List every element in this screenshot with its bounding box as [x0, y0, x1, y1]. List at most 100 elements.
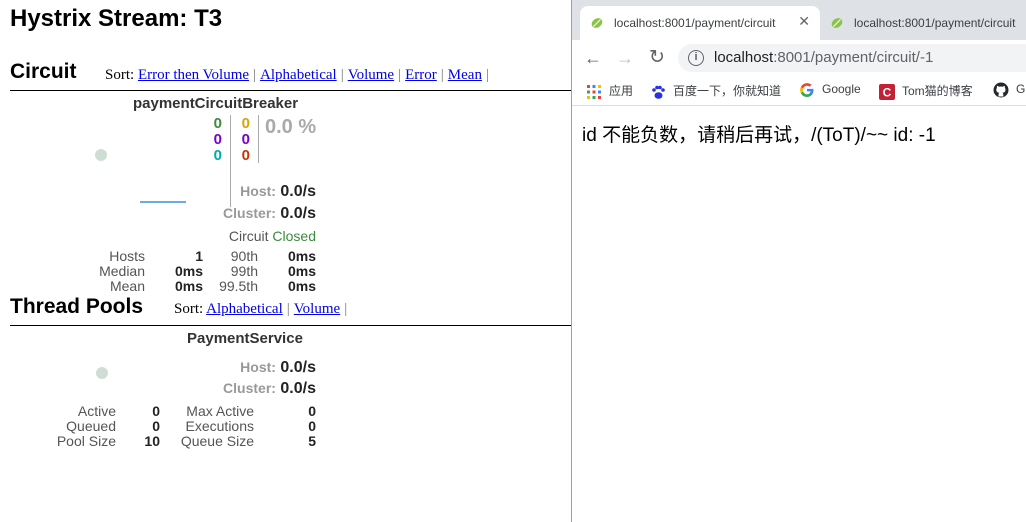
tp-sort-volume-link[interactable]: Volume	[294, 301, 340, 317]
p90-label: 90th	[230, 248, 258, 264]
thread-pool-host-rate: Host: 0.0/s	[240, 359, 316, 377]
circuit-counters-right: 0 0 0	[236, 116, 250, 164]
thread-pools-section-title: Thread Pools	[10, 295, 144, 318]
active-value: 0	[152, 403, 160, 419]
bookmark-apps[interactable]: 应用	[586, 82, 633, 100]
circuit-cluster-rate: Cluster: 0.0/s	[223, 205, 316, 223]
p995-label: 99.5th	[219, 278, 258, 294]
thread-pool-cluster-rate: Cluster: 0.0/s	[223, 380, 316, 398]
p995-value: 0ms	[287, 278, 316, 294]
sort-mean-link[interactable]: Mean	[448, 67, 482, 83]
mean-label: Mean	[109, 278, 145, 294]
tab-active[interactable]: localhost:8001/payment/circuit ✕	[580, 6, 820, 40]
tab-label: localhost:8001/payment/circuit	[854, 16, 1016, 30]
circuit-health-dot	[95, 149, 107, 161]
pool-size-value: 10	[144, 433, 160, 449]
error-percentage: 0.0 %	[265, 116, 317, 138]
bookmark-google[interactable]: Google	[799, 82, 861, 98]
queue-size-label: Queue Size	[180, 433, 254, 449]
pool-size-label: Pool Size	[56, 433, 116, 449]
cluster-label: Cluster:	[223, 380, 276, 396]
url-path: :8001/payment/circuit/-1	[773, 49, 934, 66]
success-count: 0	[213, 115, 222, 132]
reload-icon[interactable]: ↻	[646, 47, 668, 69]
sort-alphabetical-link[interactable]: Alphabetical	[260, 67, 337, 83]
sort-error-then-volume-link[interactable]: Error then Volume	[138, 67, 249, 83]
bookmark-baidu[interactable]: 百度一下，你就知道	[650, 82, 781, 100]
active-label: Active	[77, 403, 116, 419]
thread-pool-name: PaymentService	[187, 330, 303, 347]
counter-divider-left	[230, 115, 231, 207]
counter-divider-right	[258, 115, 259, 163]
spring-leaf-icon	[831, 18, 843, 28]
bookmark-csdn[interactable]: C Tom猫的博客	[879, 82, 973, 100]
spring-leaf-icon	[591, 18, 603, 28]
site-info-icon[interactable]: i	[688, 50, 704, 66]
sort-error-link[interactable]: Error	[405, 67, 437, 83]
mean-value: 0ms	[174, 278, 203, 294]
sort-label: Sort:	[105, 67, 135, 83]
median-value: 0ms	[174, 263, 203, 279]
page-title: Hystrix Stream: T3	[10, 5, 223, 32]
hystrix-dashboard: Hystrix Stream: T3 Circuit Sort: Error t…	[0, 0, 571, 522]
bad-request-count: 0	[213, 147, 222, 164]
google-g-icon	[800, 83, 814, 97]
host-value: 0.0/s	[280, 183, 316, 200]
tab-close-icon[interactable]: ✕	[794, 13, 810, 30]
thread-pools-sort-bar: Sort: Alphabetical | Volume |	[174, 301, 348, 317]
circuit-status: Circuit Closed	[229, 228, 316, 244]
bookmark-label: Tom猫的博客	[902, 84, 973, 98]
thread-pool-health-dot	[96, 367, 108, 379]
host-label: Host:	[240, 359, 276, 375]
bookmark-label: Google	[822, 82, 861, 97]
url-text[interactable]: localhost:8001/payment/circuit/-1	[714, 49, 933, 66]
queued-label: Queued	[66, 418, 116, 434]
circuit-divider	[10, 90, 571, 91]
csdn-icon: C	[879, 83, 895, 100]
sparkline-chart	[140, 201, 186, 203]
max-active-label: Max Active	[186, 403, 254, 419]
queued-value: 0	[152, 418, 160, 434]
hosts-label: Hosts	[109, 248, 145, 264]
circuit-counters-left: 0 0 0	[208, 116, 222, 164]
circuit-sort-bar: Sort: Error then Volume | Alphabetical | Vol…	[105, 67, 489, 83]
circuit-status-label: Circuit	[228, 228, 269, 244]
circuit-host-rate: Host: 0.0/s	[240, 183, 316, 201]
browser-toolbar: ← → ↻ i localhost:8001/payment/circuit/-…	[572, 40, 1026, 76]
bookmarks-bar: 应用 百度一下，你就知道 Google C Tom猫的博客 G	[572, 76, 1026, 106]
tab-inactive[interactable]: localhost:8001/payment/circuit	[820, 6, 1026, 40]
browser-window: localhost:8001/payment/circuit ✕ localho…	[571, 0, 1026, 522]
short-circuited-count: 0	[213, 131, 222, 148]
forward-arrow-icon[interactable]: →	[614, 47, 636, 69]
circuit-status-value: Closed	[272, 228, 316, 244]
apps-grid-icon	[587, 84, 601, 99]
svg-text:C: C	[883, 85, 892, 99]
cluster-value: 0.0/s	[280, 205, 316, 222]
circuit-name: paymentCircuitBreaker	[133, 95, 299, 112]
tp-sort-alphabetical-link[interactable]: Alphabetical	[206, 301, 283, 317]
cluster-label: Cluster:	[223, 205, 276, 221]
thread-pools-divider	[10, 325, 571, 326]
url-host: localhost	[714, 49, 774, 66]
bookmark-label: G	[1016, 82, 1026, 97]
executions-value: 0	[308, 418, 316, 434]
bookmark-github[interactable]: G	[993, 82, 1025, 98]
host-label: Host:	[240, 183, 276, 199]
timeout-count: 0	[241, 115, 250, 132]
github-icon	[993, 82, 1009, 98]
tab-strip: localhost:8001/payment/circuit ✕ localho…	[572, 0, 1026, 40]
queue-size-value: 5	[308, 433, 316, 449]
p90-value: 0ms	[287, 248, 316, 264]
p99-value: 0ms	[287, 263, 316, 279]
rejected-count: 0	[241, 131, 250, 148]
address-bar[interactable]: i localhost:8001/payment/circuit/-1	[678, 44, 1026, 72]
host-value: 0.0/s	[280, 359, 316, 376]
page-response-text: id 不能负数，请稍后再试，/(ToT)/~~ id: -1	[582, 125, 936, 146]
baidu-paw-icon	[652, 85, 665, 99]
max-active-value: 0	[308, 403, 316, 419]
p99-label: 99th	[230, 263, 258, 279]
back-arrow-icon[interactable]: ←	[582, 47, 604, 69]
executions-label: Executions	[185, 418, 254, 434]
sort-volume-link[interactable]: Volume	[348, 67, 394, 83]
tab-label: localhost:8001/payment/circuit	[614, 16, 776, 30]
